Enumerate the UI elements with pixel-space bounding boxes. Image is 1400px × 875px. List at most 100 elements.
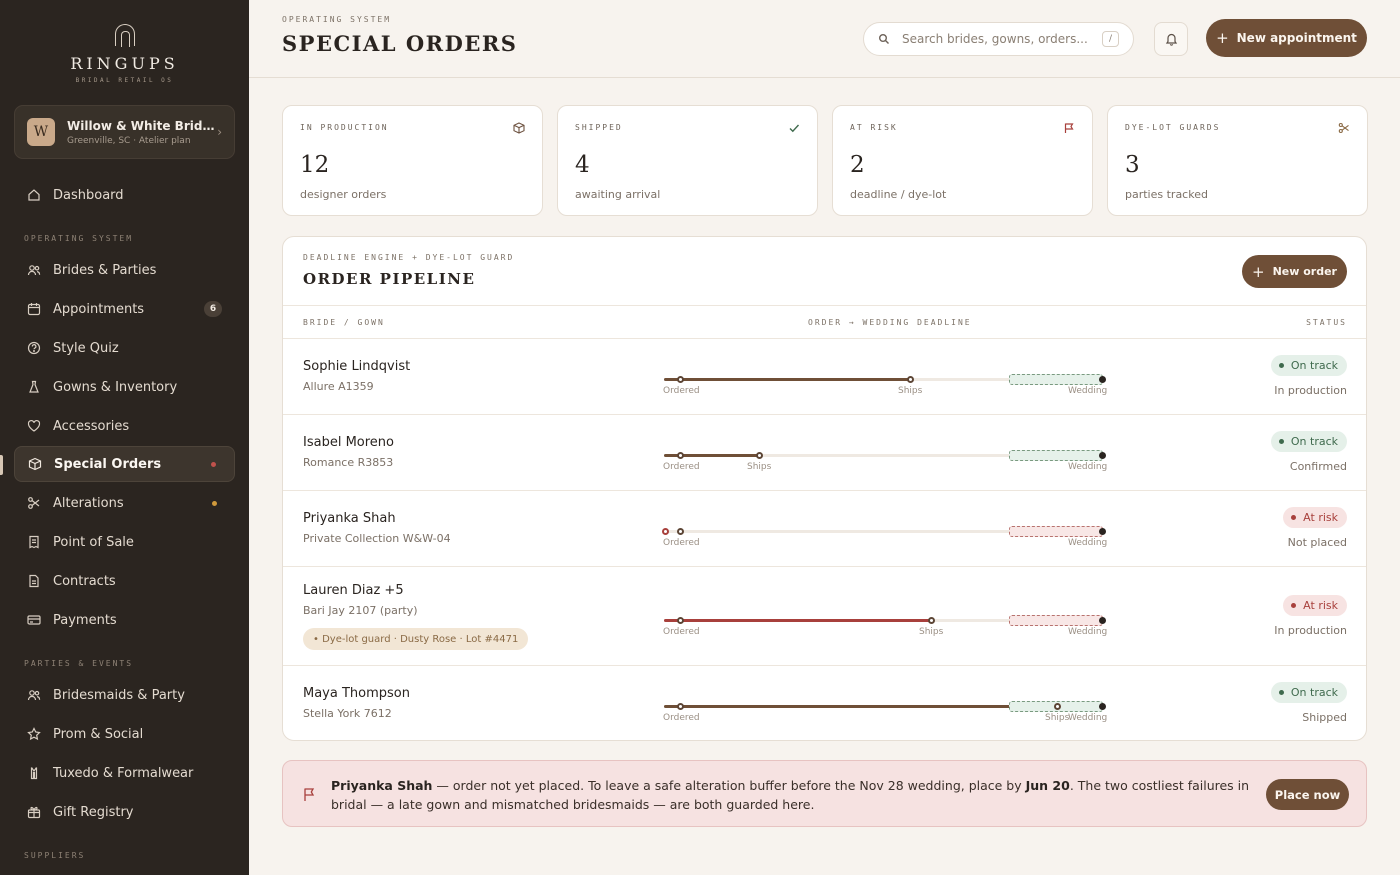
- status-dot-icon: [1278, 363, 1284, 368]
- stat-card-dye-lot-guards[interactable]: DYE-LOT GUARDS 3 parties tracked: [1107, 105, 1368, 216]
- box-icon: [28, 457, 42, 471]
- timeline-wedding-dot[interactable]: [1099, 452, 1106, 459]
- stat-subtitle: deadline / dye-lot: [850, 188, 947, 201]
- alterations-alert-dot: [212, 500, 217, 506]
- appointments-count-badge: 6: [204, 301, 222, 317]
- timeline-ordered-dot[interactable]: [677, 376, 684, 383]
- scissors-icon: [27, 496, 41, 510]
- bride-name[interactable]: Priyanka Shah: [303, 511, 396, 526]
- gown-name: Stella York 7612: [303, 707, 392, 720]
- users-icon: [27, 688, 41, 702]
- bride-name[interactable]: Maya Thompson: [303, 686, 410, 701]
- sidebar-item-label: Payments: [53, 612, 117, 628]
- dress-icon: [27, 380, 41, 394]
- receipt-icon: [27, 535, 41, 549]
- plus-icon: +: [1216, 29, 1229, 47]
- order-pipeline-panel: DEADLINE ENGINE + DYE-LOT GUARD ORDER PI…: [282, 236, 1367, 741]
- search-box[interactable]: /: [863, 22, 1134, 56]
- store-avatar: W: [27, 118, 55, 146]
- timeline-wedding-dot[interactable]: [1099, 703, 1106, 710]
- page-title: SPECIAL ORDERS: [282, 31, 518, 56]
- status-dot-icon: [1291, 603, 1297, 608]
- sidebar-item-contracts[interactable]: Contracts: [14, 563, 235, 599]
- place-now-button[interactable]: Place now: [1266, 779, 1349, 810]
- status-label: On track: [1290, 359, 1338, 372]
- bride-name[interactable]: Sophie Lindqvist: [303, 359, 410, 374]
- status-dot-icon: [1278, 439, 1284, 444]
- sidebar-item-tuxedo[interactable]: Tuxedo & Formalwear: [14, 755, 235, 791]
- new-appointment-button[interactable]: + New appointment: [1206, 19, 1367, 57]
- sidebar-item-appointments[interactable]: Appointments 6: [14, 291, 235, 327]
- alert-deadline-date: Jun 20: [1025, 778, 1070, 793]
- bride-name[interactable]: Lauren Diaz +5: [303, 583, 404, 598]
- sidebar-item-special-orders[interactable]: Special Orders: [14, 446, 235, 482]
- timeline-label-ships: Ships: [898, 386, 923, 396]
- timeline-ships-dot[interactable]: [756, 452, 763, 459]
- timeline-ordered-dot[interactable]: [677, 703, 684, 710]
- timeline-wedding-dot[interactable]: [1099, 617, 1106, 624]
- sidebar-item-label: Brides & Parties: [53, 262, 157, 278]
- table-row[interactable]: Priyanka Shah Private Collection W&W-04 Or…: [283, 491, 1366, 567]
- timeline-ordered-dot[interactable]: [677, 617, 684, 624]
- order-state: In production: [1274, 384, 1347, 397]
- sidebar-item-alterations[interactable]: Alterations: [14, 485, 235, 521]
- timeline-ordered-dot[interactable]: [677, 452, 684, 459]
- sidebar-item-gowns[interactable]: Gowns & Inventory: [14, 369, 235, 405]
- new-appointment-label: New appointment: [1236, 31, 1357, 45]
- sidebar-item-pos[interactable]: Point of Sale: [14, 524, 235, 560]
- new-order-button[interactable]: + New order: [1242, 255, 1347, 288]
- sidebar-item-registry[interactable]: Gift Registry: [14, 794, 235, 830]
- timeline-wedding-dot[interactable]: [1099, 376, 1106, 383]
- stat-card-shipped[interactable]: SHIPPED 4 awaiting arrival: [557, 105, 818, 216]
- timeline-progress: [664, 619, 932, 622]
- sidebar-item-label: Tuxedo & Formalwear: [53, 765, 194, 781]
- sidebar-item-accessories[interactable]: Accessories: [14, 408, 235, 444]
- table-row[interactable]: Isabel Moreno Romance R3853 Ordered Ships We…: [283, 415, 1366, 491]
- timeline-ships-dot[interactable]: [907, 376, 914, 383]
- arch-logo-icon: [114, 24, 135, 47]
- gown-name: Allure A1359: [303, 380, 374, 393]
- dye-lot-guard-chip[interactable]: • Dye-lot guard · Dusty Rose · Lot #4471: [303, 628, 529, 650]
- table-row[interactable]: Lauren Diaz +5 Bari Jay 2107 (party) • Dye…: [283, 567, 1366, 666]
- sidebar-item-label: Dashboard: [53, 187, 124, 203]
- sidebar-item-style-quiz[interactable]: Style Quiz: [14, 330, 235, 366]
- status-badge: At risk: [1283, 595, 1347, 616]
- timeline-label-ships: Ships: [919, 627, 944, 637]
- alteration-buffer-window: [1009, 450, 1103, 461]
- status-label: On track: [1290, 435, 1338, 448]
- timeline-ordered-dot[interactable]: [677, 528, 684, 535]
- table-row[interactable]: Sophie Lindqvist Allure A1359 Ordered Ships…: [283, 339, 1366, 415]
- brand-logo[interactable]: RINGUPS BRIDAL RETAIL OS: [0, 0, 249, 96]
- stat-subtitle: parties tracked: [1125, 188, 1208, 201]
- sidebar-item-payments[interactable]: Payments: [14, 602, 235, 638]
- calendar-icon: [27, 302, 41, 316]
- timeline-ships-dot[interactable]: [928, 617, 935, 624]
- stat-card-in-production[interactable]: IN PRODUCTION 12 designer orders: [282, 105, 543, 216]
- gown-name: Private Collection W&W-04: [303, 532, 451, 545]
- sidebar-item-dashboard[interactable]: Dashboard: [14, 177, 235, 213]
- bride-name[interactable]: Isabel Moreno: [303, 435, 394, 450]
- timeline-label-wedding: Wedding: [1068, 538, 1108, 548]
- table-row[interactable]: Maya Thompson Stella York 7612 Ordered Ship…: [283, 666, 1366, 740]
- sidebar-item-bridesmaids[interactable]: Bridesmaids & Party: [14, 677, 235, 713]
- column-header-bride[interactable]: BRIDE / GOWN: [303, 318, 385, 327]
- alteration-buffer-window: [1009, 615, 1103, 626]
- status-badge: On track: [1270, 682, 1347, 703]
- column-header-status[interactable]: STATUS: [1306, 318, 1347, 327]
- alert-text-part: — order not yet placed. To leave a safe …: [432, 778, 1026, 793]
- order-state: Shipped: [1302, 711, 1347, 724]
- sidebar-item-label: Gowns & Inventory: [53, 379, 178, 395]
- order-state: Not placed: [1287, 536, 1347, 549]
- column-header-timeline[interactable]: ORDER → WEDDING DEADLINE: [808, 318, 972, 327]
- sidebar-item-brides[interactable]: Brides & Parties: [14, 252, 235, 288]
- notifications-button[interactable]: [1154, 22, 1188, 56]
- stat-value: 4: [575, 152, 590, 178]
- timeline-wedding-dot[interactable]: [1099, 528, 1106, 535]
- sidebar-item-prom[interactable]: Prom & Social: [14, 716, 235, 752]
- timeline-ships-dot[interactable]: [1054, 703, 1061, 710]
- stat-card-at-risk[interactable]: AT RISK 2 deadline / dye-lot: [832, 105, 1093, 216]
- users-icon: [27, 263, 41, 277]
- alert-message: Priyanka Shah — order not yet placed. To…: [331, 776, 1251, 814]
- search-input[interactable]: [902, 32, 1102, 46]
- store-switcher[interactable]: W Willow & White Bridal... Greenville, S…: [14, 105, 235, 159]
